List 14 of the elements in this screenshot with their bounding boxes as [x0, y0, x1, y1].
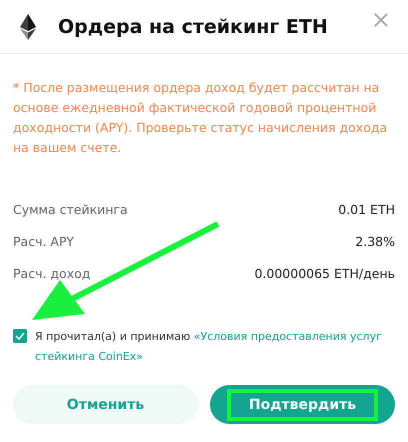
cancel-button[interactable]: Отменить: [13, 385, 198, 424]
detail-label: Расч. доход: [13, 266, 90, 280]
agreement-text: Я прочитал(а) и принимаю «Условия предоставления услуг стейкинга CoinEx»: [35, 329, 383, 365]
confirm-button[interactable]: Подтвердить: [210, 385, 395, 424]
detail-label: Расч. APY: [13, 234, 74, 248]
detail-value: 2.38%: [355, 234, 395, 248]
notice-text: * После размещения ордера доход будет рассчитан на основе ежедневной фактической годовой процентной доходности (APY). Проверьте статус начисления дохода на вашем счете.: [13, 79, 388, 157]
detail-value: 0.00000065 ETH/день: [254, 266, 395, 280]
detail-value: 0.01 ETH: [338, 202, 395, 216]
close-icon[interactable]: [374, 12, 388, 26]
checkbox[interactable]: [13, 329, 27, 343]
ethereum-icon: [20, 14, 36, 40]
detail-label: Сумма стейкинга: [13, 202, 128, 216]
dialog-title: Ордера на стейкинг ETH: [58, 16, 329, 38]
